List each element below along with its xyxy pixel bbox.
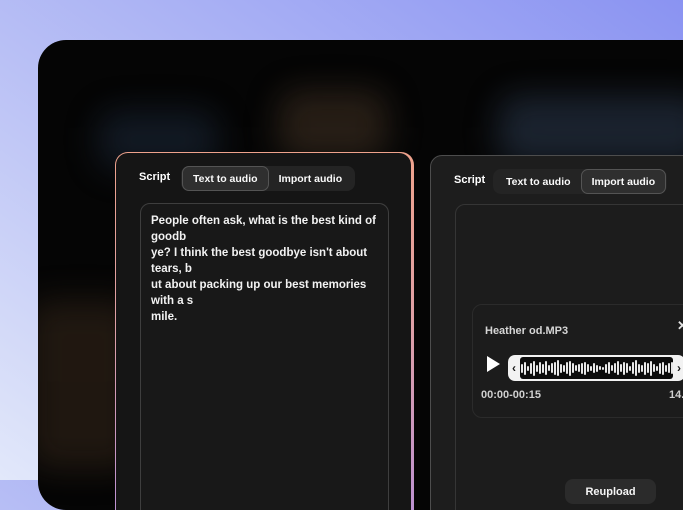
- app-window: Script Text to audio Import audio People…: [38, 40, 683, 510]
- waveform-bars[interactable]: [520, 357, 673, 379]
- script-text-line: ut about packing up our best memories wi…: [151, 279, 367, 307]
- script-text-input[interactable]: People often ask, what is the best kind …: [140, 203, 389, 510]
- script-text-line: mile.: [151, 311, 178, 323]
- tab-text-to-audio[interactable]: Text to audio: [495, 170, 582, 193]
- left-tab-group: Text to audio Import audio: [181, 166, 356, 191]
- trim-left-handle-icon[interactable]: ‹: [508, 355, 520, 381]
- script-text-line: ye? I think the best goodbye isn't about…: [151, 247, 368, 275]
- duration-label: 14.7s: [669, 389, 683, 401]
- left-panel-header: Script Text to audio Import audio: [116, 166, 411, 191]
- tab-import-audio[interactable]: Import audio: [268, 167, 354, 190]
- script-label: Script: [454, 174, 486, 186]
- reupload-button[interactable]: Reupload: [565, 479, 656, 504]
- close-icon[interactable]: ✕: [677, 318, 683, 334]
- script-text-line: People often ask, what is the best kind …: [151, 215, 376, 243]
- audio-filename: Heather od.MP3: [485, 325, 569, 337]
- blurred-background-shape: [278, 90, 388, 160]
- waveform-trimmer[interactable]: ‹ ›: [508, 355, 683, 381]
- script-panel-text-to-audio: Script Text to audio Import audio People…: [115, 152, 414, 510]
- script-panel-text-to-audio-body: Script Text to audio Import audio People…: [116, 153, 411, 510]
- right-tab-group: Text to audio Import audio: [493, 169, 668, 194]
- play-icon[interactable]: [487, 356, 500, 372]
- script-label: Script: [139, 171, 171, 183]
- audio-file-card: Heather od.MP3 ✕ ‹ › 00:00-00:15 14.7s: [472, 304, 683, 418]
- script-panel-import-audio: Script Text to audio Import audio Heathe…: [430, 155, 683, 510]
- trim-right-handle-icon[interactable]: ›: [673, 355, 683, 381]
- time-range-label: 00:00-00:15: [481, 389, 541, 401]
- tab-import-audio[interactable]: Import audio: [580, 169, 667, 194]
- right-panel-header: Script Text to audio Import audio: [431, 169, 683, 194]
- tab-text-to-audio[interactable]: Text to audio: [182, 166, 269, 191]
- import-audio-dropzone[interactable]: Heather od.MP3 ✕ ‹ › 00:00-00:15 14.7s R…: [455, 204, 683, 510]
